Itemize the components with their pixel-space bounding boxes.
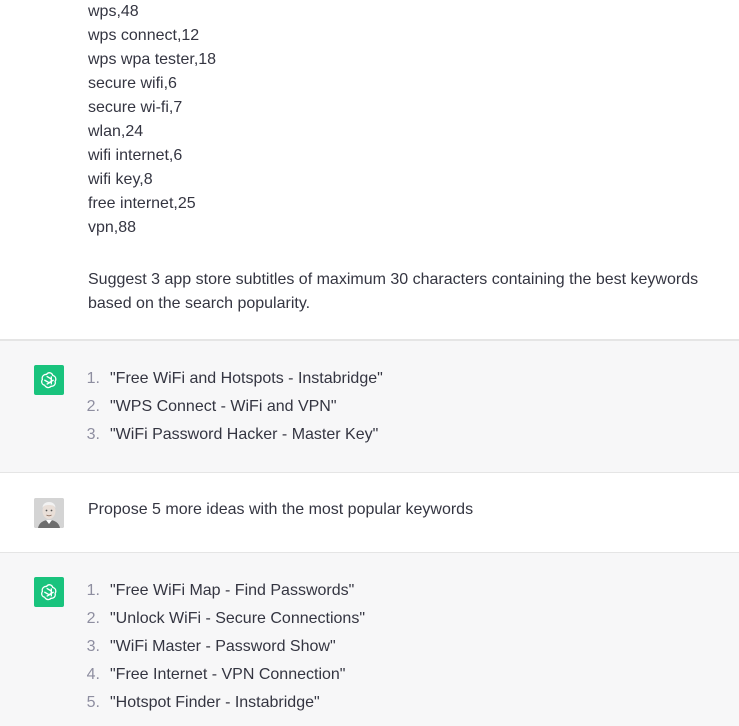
list-item-text: "WiFi Master - Password Show" — [110, 638, 336, 655]
list-item-text: "WPS Connect - WiFi and VPN" — [110, 398, 337, 415]
prompt-instruction: Suggest 3 app store subtitles of maximum… — [88, 271, 699, 312]
list-number: 4. — [86, 666, 100, 683]
list-item-text: "WiFi Password Hacker - Master Key" — [110, 426, 379, 443]
list-number: 3. — [86, 426, 100, 443]
list-item-text: "Free Internet - VPN Connection" — [110, 666, 346, 683]
keyword-line: vpn,88 — [88, 219, 137, 236]
keyword-line: secure wi-fi,7 — [88, 99, 183, 116]
keyword-line: wlan,24 — [88, 123, 144, 140]
list-item: 4. "Free Internet - VPN Connection" — [86, 661, 365, 689]
list-item-text: "Free WiFi and Hotspots - Instabridge" — [110, 370, 383, 387]
openai-logo-icon — [34, 577, 64, 607]
user-message-prompt: wps,48 wps connect,12 wps wpa tester,18 … — [0, 0, 739, 340]
list-item: 1. "Free WiFi Map - Find Passwords" — [86, 577, 365, 605]
openai-logo-icon — [34, 365, 64, 395]
message-divider — [0, 340, 739, 341]
list-item: 1. "Free WiFi and Hotspots - Instabridge" — [86, 365, 383, 393]
list-item-text: "Free WiFi Map - Find Passwords" — [110, 582, 355, 599]
list-number: 2. — [86, 398, 100, 415]
keyword-line: secure wifi,6 — [88, 75, 177, 92]
keyword-line: wifi internet,6 — [88, 147, 183, 164]
keyword-list: wps,48 wps connect,12 wps wpa tester,18 … — [88, 0, 216, 240]
response-2-list: 1. "Free WiFi Map - Find Passwords" 2. "Un… — [86, 577, 365, 717]
keyword-line: wifi key,8 — [88, 171, 153, 188]
user-photo-icon — [34, 498, 64, 528]
list-item-text: "Unlock WiFi - Secure Connections" — [110, 610, 365, 627]
assistant-message-1: 1. "Free WiFi and Hotspots - Instabridge"… — [0, 340, 739, 473]
list-number: 3. — [86, 638, 100, 655]
response-1-list: 1. "Free WiFi and Hotspots - Instabridge"… — [86, 365, 383, 449]
assistant-message-2: 1. "Free WiFi Map - Find Passwords" 2. "Un… — [0, 552, 739, 726]
list-number: 5. — [86, 694, 100, 711]
list-item: 2. "WPS Connect - WiFi and VPN" — [86, 393, 383, 421]
message-divider — [0, 552, 739, 553]
list-item: 5. "Hotspot Finder - Instabridge" — [86, 689, 365, 717]
user-message-text: Propose 5 more ideas with the most popul… — [88, 501, 474, 518]
keyword-line: wps wpa tester,18 — [88, 51, 217, 68]
list-item: 3. "WiFi Password Hacker - Master Key" — [86, 421, 383, 449]
user-avatar — [34, 498, 64, 528]
keyword-line: free internet,25 — [88, 195, 196, 212]
list-number: 1. — [86, 582, 100, 599]
list-item-text: "Hotspot Finder - Instabridge" — [110, 694, 320, 711]
user-message-2: Propose 5 more ideas with the most popul… — [0, 473, 739, 552]
keyword-line: wps connect,12 — [88, 27, 200, 44]
list-number: 2. — [86, 610, 100, 627]
keyword-line: wps,48 — [88, 3, 139, 20]
list-item: 3. "WiFi Master - Password Show" — [86, 633, 365, 661]
list-item: 2. "Unlock WiFi - Secure Connections" — [86, 605, 365, 633]
list-number: 1. — [86, 370, 100, 387]
